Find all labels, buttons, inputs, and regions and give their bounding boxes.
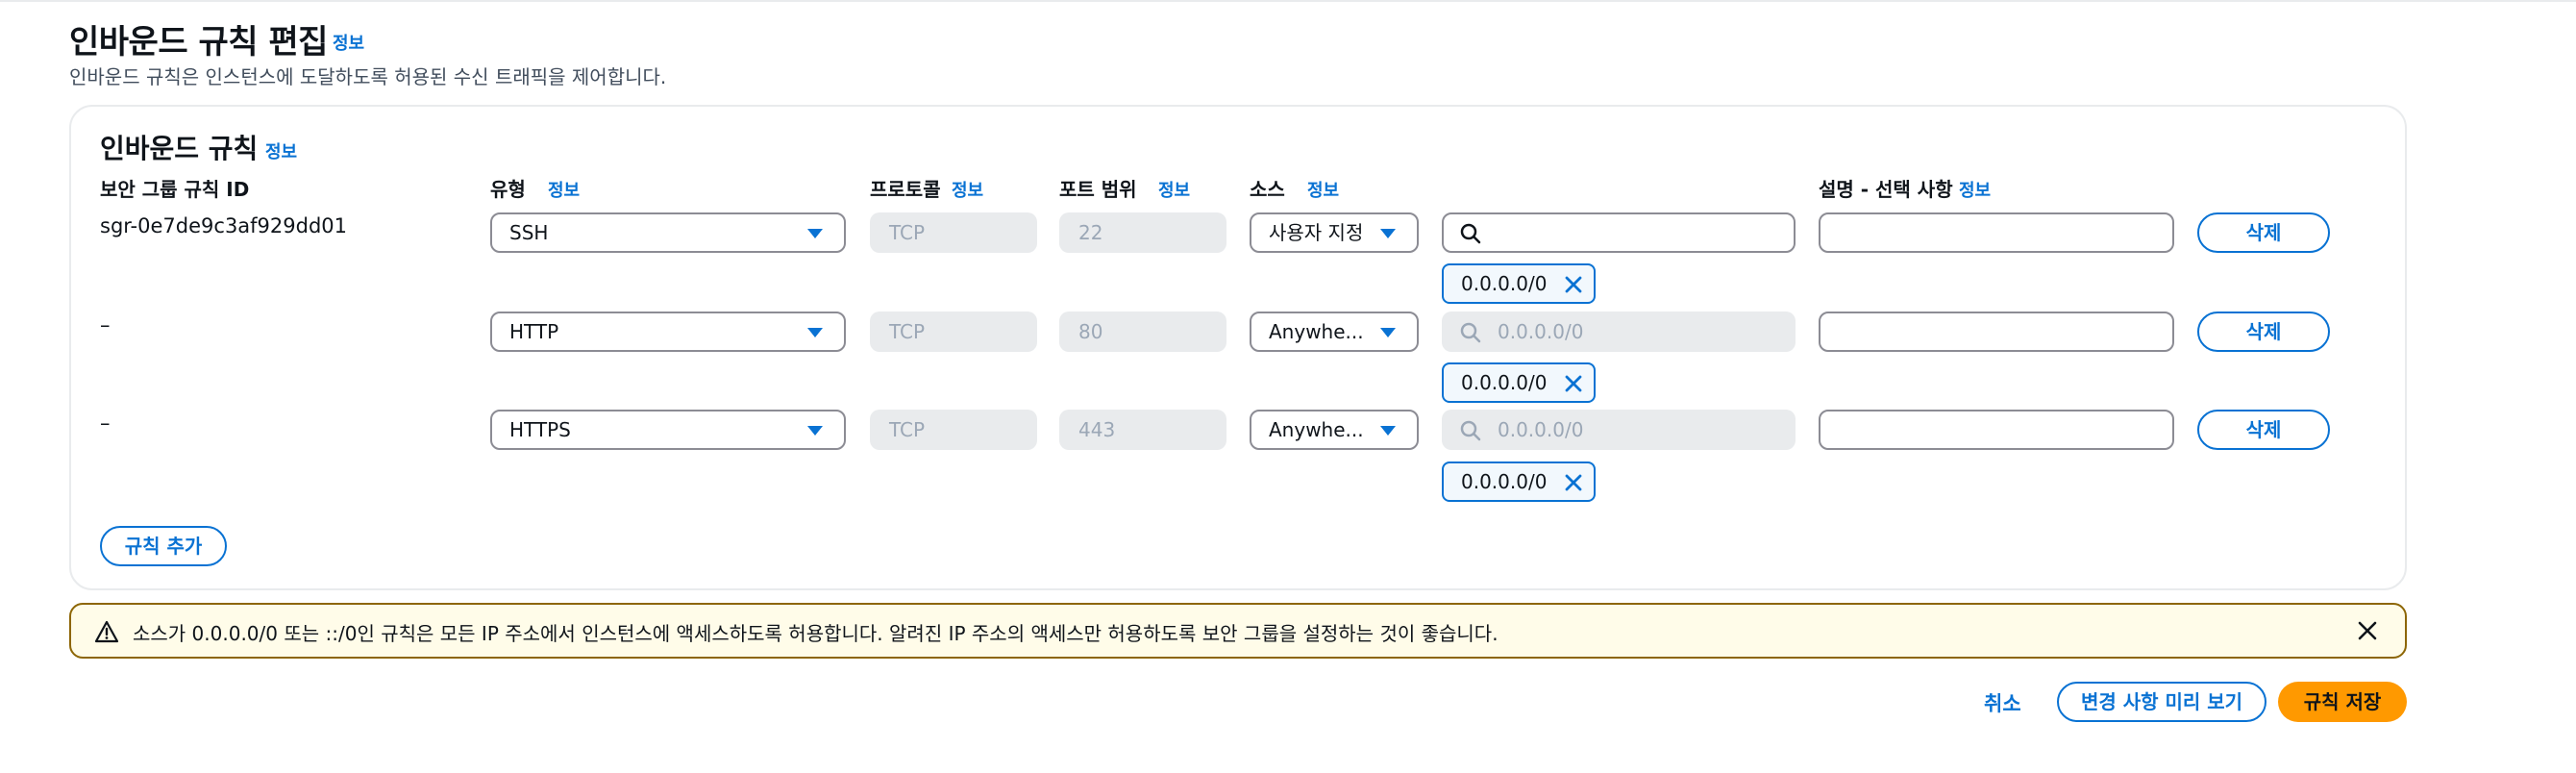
rule-id: –: [100, 411, 111, 435]
search-icon: [1460, 223, 1481, 244]
page-description: 인바운드 규칙은 인스턴스에 도달하도록 허용된 수신 트래픽을 제어합니다.: [69, 65, 667, 88]
container-info-link[interactable]: 정보: [265, 138, 297, 163]
port-range-field: 22: [1059, 212, 1226, 253]
type-select-value: SSH: [509, 221, 549, 244]
column-header-type: 유형: [490, 178, 526, 201]
description-input[interactable]: [1819, 212, 2174, 253]
protocol-field: TCP: [870, 312, 1037, 352]
source-search-value: 0.0.0.0/0: [1498, 418, 1584, 441]
column-header-rule-id: 보안 그룹 규칙 ID: [100, 178, 250, 201]
source-info-link[interactable]: 정보: [1307, 177, 1339, 202]
port-range-info-link[interactable]: 정보: [1158, 177, 1190, 202]
protocol-field: TCP: [870, 410, 1037, 450]
add-rule-button[interactable]: 규칙 추가: [100, 526, 227, 566]
description-info-link[interactable]: 정보: [1959, 177, 1991, 202]
source-token-label: 0.0.0.0/0: [1461, 470, 1548, 493]
rule-id: sgr-0e7de9c3af929dd01: [100, 214, 348, 237]
column-header-description: 설명 - 선택 사항: [1819, 178, 1953, 201]
alert-message: 소스가 0.0.0.0/0 또는 ::/0인 규칙은 모든 IP 주소에서 인스…: [133, 622, 1499, 645]
type-select[interactable]: HTTPS: [490, 410, 846, 450]
preview-changes-button[interactable]: 변경 사항 미리 보기: [2057, 682, 2266, 722]
source-select-value: 사용자 지정: [1269, 221, 1364, 244]
source-token: 0.0.0.0/0: [1442, 263, 1596, 304]
caret-down-icon: [1380, 328, 1396, 337]
source-select[interactable]: Anywhe...: [1250, 410, 1419, 450]
description-input[interactable]: [1819, 410, 2174, 450]
search-icon: [1460, 420, 1481, 441]
source-select-value: Anywhe...: [1269, 320, 1364, 343]
type-select[interactable]: SSH: [490, 212, 846, 253]
source-token: 0.0.0.0/0: [1442, 461, 1596, 502]
page-info-link[interactable]: 정보: [333, 30, 364, 55]
source-token-label: 0.0.0.0/0: [1461, 371, 1548, 394]
warning-icon: [94, 620, 119, 643]
close-icon[interactable]: [2357, 620, 2378, 641]
source-search-input[interactable]: [1442, 212, 1796, 253]
close-icon[interactable]: [1563, 274, 1584, 295]
warning-alert: 소스가 0.0.0.0/0 또는 ::/0인 규칙은 모든 IP 주소에서 인스…: [69, 603, 2407, 659]
cancel-button[interactable]: 취소: [1984, 688, 2021, 717]
column-header-protocol: 프로토콜: [870, 178, 941, 201]
source-search-value: 0.0.0.0/0: [1498, 320, 1584, 343]
type-select-value: HTTPS: [509, 418, 571, 441]
protocol-field: TCP: [870, 212, 1037, 253]
caret-down-icon: [807, 229, 823, 238]
port-range-field: 443: [1059, 410, 1226, 450]
source-token: 0.0.0.0/0: [1442, 362, 1596, 403]
save-rules-button[interactable]: 규칙 저장: [2278, 682, 2407, 722]
top-divider: [0, 0, 2576, 2]
delete-rule-button[interactable]: 삭제: [2197, 410, 2330, 450]
container-title: 인바운드 규칙: [100, 133, 259, 164]
type-info-link[interactable]: 정보: [548, 177, 580, 202]
caret-down-icon: [1380, 426, 1396, 436]
caret-down-icon: [1380, 229, 1396, 238]
type-select-value: HTTP: [509, 320, 559, 343]
description-input[interactable]: [1819, 312, 2174, 352]
delete-rule-button[interactable]: 삭제: [2197, 212, 2330, 253]
close-icon[interactable]: [1563, 373, 1584, 394]
source-token-label: 0.0.0.0/0: [1461, 272, 1548, 295]
caret-down-icon: [807, 426, 823, 436]
column-header-port-range: 포트 범위: [1059, 178, 1137, 201]
source-select[interactable]: 사용자 지정: [1250, 212, 1419, 253]
search-icon: [1460, 322, 1481, 343]
protocol-info-link[interactable]: 정보: [952, 177, 983, 202]
caret-down-icon: [807, 328, 823, 337]
source-select[interactable]: Anywhe...: [1250, 312, 1419, 352]
close-icon[interactable]: [1563, 472, 1584, 493]
delete-rule-button[interactable]: 삭제: [2197, 312, 2330, 352]
port-range-field: 80: [1059, 312, 1226, 352]
column-header-source: 소스: [1250, 178, 1285, 201]
page-title: 인바운드 규칙 편집: [69, 23, 328, 62]
source-select-value: Anywhe...: [1269, 418, 1364, 441]
source-search-input: 0.0.0.0/0: [1442, 312, 1796, 352]
rule-id: –: [100, 313, 111, 337]
type-select[interactable]: HTTP: [490, 312, 846, 352]
source-search-input: 0.0.0.0/0: [1442, 410, 1796, 450]
